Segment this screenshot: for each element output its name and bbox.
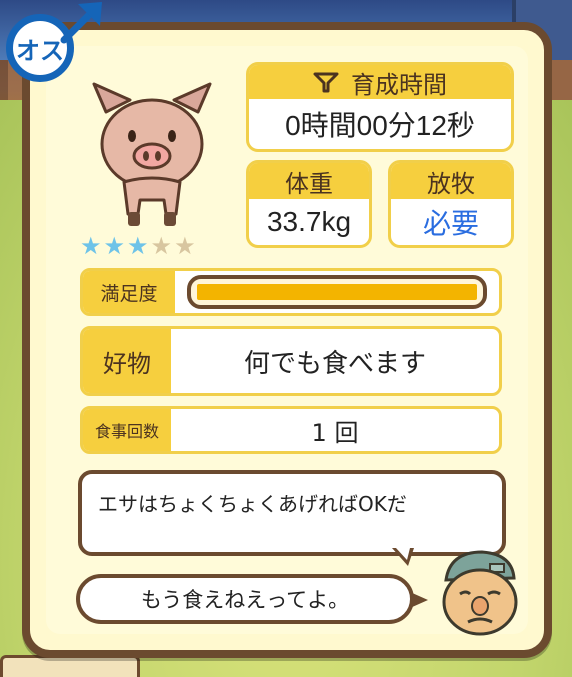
satisfaction-bar-wrap <box>175 271 499 313</box>
gender-badge: オス <box>0 0 104 88</box>
weight-value: 33.7kg <box>266 206 352 237</box>
rating-star-icon: ★ <box>80 232 102 260</box>
speech-bubble-advice-tail-inner <box>396 548 410 560</box>
growth-time-label: 育成時間 <box>351 70 447 99</box>
farmer-avatar <box>442 550 518 636</box>
satisfaction-bar-fill <box>197 284 477 300</box>
weight-box: 体重 33.7kg <box>246 160 372 248</box>
pig-rating-stars: ★ ★ ★ ★ ★ <box>80 233 230 259</box>
favorite-food-label: 好物 <box>83 329 171 393</box>
pig-illustration <box>92 82 212 226</box>
grazing-label: 放牧 <box>391 163 511 199</box>
rating-star-icon: ★ <box>150 232 173 260</box>
speech-bubble-comment: もう食えねえってよ。 <box>76 574 414 624</box>
speech-bubble-comment-tail <box>410 592 428 608</box>
meal-count-label: 食事回数 <box>83 409 171 451</box>
hourglass-icon <box>313 72 339 93</box>
weight-label: 体重 <box>249 163 369 199</box>
favorite-food-value: 何でも食べます <box>243 348 426 379</box>
satisfaction-bar <box>187 275 487 309</box>
rating-star-icon: ★ <box>103 232 126 260</box>
meal-count-row: 食事回数 1 回 <box>80 406 502 454</box>
meal-count-value: 1 回 <box>311 418 359 447</box>
growth-time-box: 育成時間 0時間00分12秒 <box>246 62 514 152</box>
satisfaction-row: 満足度 <box>80 268 502 316</box>
satisfaction-label: 満足度 <box>83 271 175 313</box>
background-sign <box>0 655 140 677</box>
speech-bubble-advice: エサはちょくちょくあげればOKだ <box>78 470 506 556</box>
grazing-box[interactable]: 放牧 必要 <box>388 160 514 248</box>
rating-star-icon: ★ <box>127 232 149 260</box>
growth-time-header: 育成時間 <box>249 65 511 99</box>
growth-time-value: 0時間00分12秒 <box>285 110 475 141</box>
male-arrow-icon <box>60 2 102 44</box>
grazing-value: 必要 <box>422 208 479 239</box>
favorite-food-row: 好物 何でも食べます <box>80 326 502 396</box>
rating-star-icon: ★ <box>174 232 196 260</box>
